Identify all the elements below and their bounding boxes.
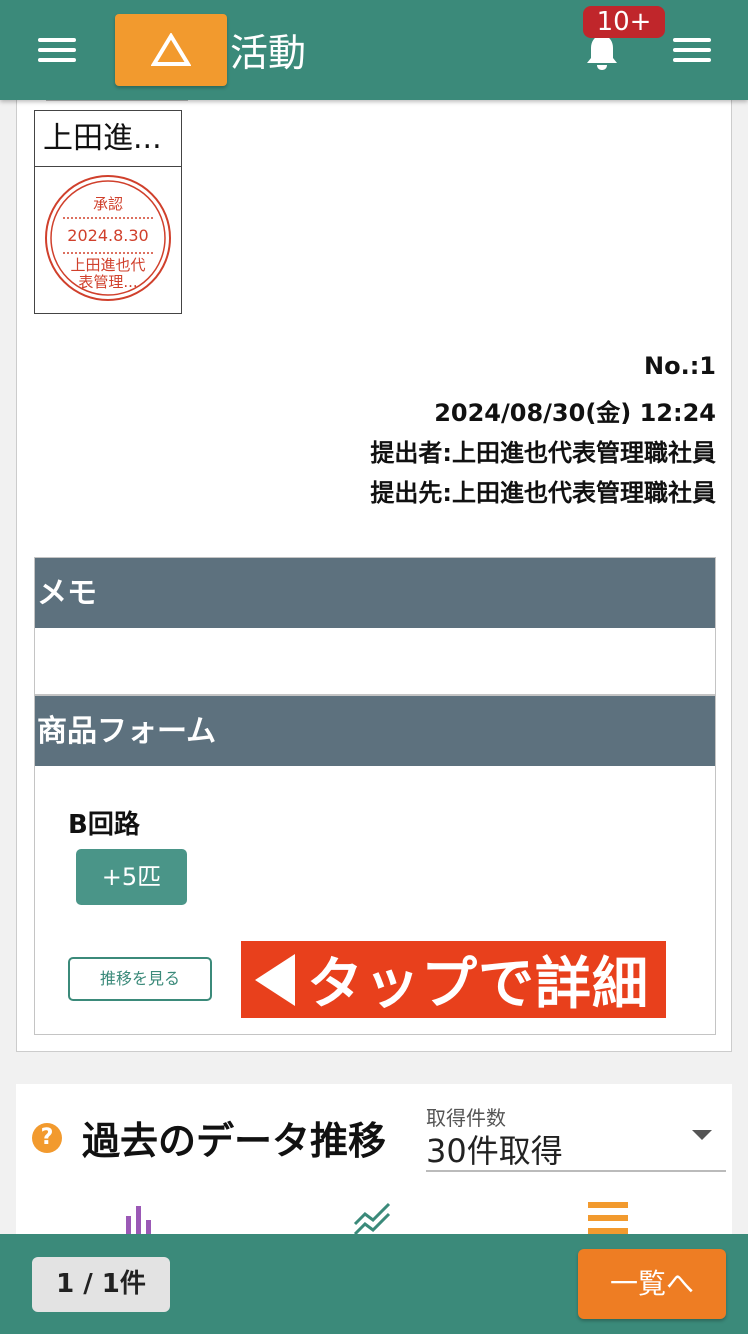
approver-name: 上田進... (35, 111, 181, 167)
left-triangle-icon (255, 953, 295, 1006)
pager-indicator: 1 / 1件 (32, 1257, 170, 1312)
approval-stamp: 承認 2024.8.30 上田進也代 表管理... (45, 175, 171, 301)
page-title: 活動 (230, 31, 307, 75)
select-value: 30件取得 (426, 1132, 563, 1170)
line-chart-icon[interactable] (353, 1202, 393, 1234)
report-submitter: 提出者:上田進也代表管理職社員 (370, 439, 716, 467)
item-value-chip[interactable]: +5匹 (76, 849, 187, 905)
help-icon[interactable]: ? (32, 1123, 62, 1153)
stamp-line2: 表管理... (78, 273, 137, 291)
tap-detail-banner[interactable]: タップで詳細 (241, 941, 666, 1018)
list-icon[interactable] (588, 1202, 628, 1234)
past-data-title: 過去のデータ推移 (82, 1119, 387, 1163)
back-to-list-button[interactable]: 一覧へ (578, 1249, 726, 1319)
report-recipient: 提出先:上田進也代表管理職社員 (370, 479, 716, 507)
dropdown-arrow-icon (692, 1130, 712, 1140)
more-menu-icon[interactable] (673, 38, 711, 62)
app-logo-button[interactable] (115, 14, 227, 86)
stamp-line1: 上田進也代 (70, 256, 145, 274)
approval-stamp-box: 上田進... 承認 2024.8.30 上田進也代 表管理... (34, 110, 182, 314)
product-form-heading: 商品フォーム (35, 696, 715, 766)
triangle-logo-icon (151, 33, 191, 66)
memo-heading: メモ (35, 558, 715, 628)
divider (46, 100, 188, 101)
stamp-label: 承認 (93, 195, 123, 213)
bar-chart-icon[interactable] (120, 1202, 160, 1234)
view-trend-button[interactable]: 推移を見る (68, 957, 212, 1001)
tap-detail-text: タップで詳細 (307, 952, 649, 1017)
app-header: 活動 10+ (0, 0, 748, 100)
notification-badge: 10+ (583, 6, 665, 38)
memo-content (35, 628, 715, 692)
memo-section: メモ (34, 557, 716, 695)
menu-icon[interactable] (38, 38, 76, 62)
fetch-count-select[interactable]: 取得件数 30件取得 (426, 1102, 726, 1172)
item-label: B回路 (68, 810, 140, 840)
report-number: No.:1 (644, 352, 716, 380)
stamp-date: 2024.8.30 (67, 226, 148, 245)
report-datetime: 2024/08/30(金) 12:24 (434, 399, 716, 427)
